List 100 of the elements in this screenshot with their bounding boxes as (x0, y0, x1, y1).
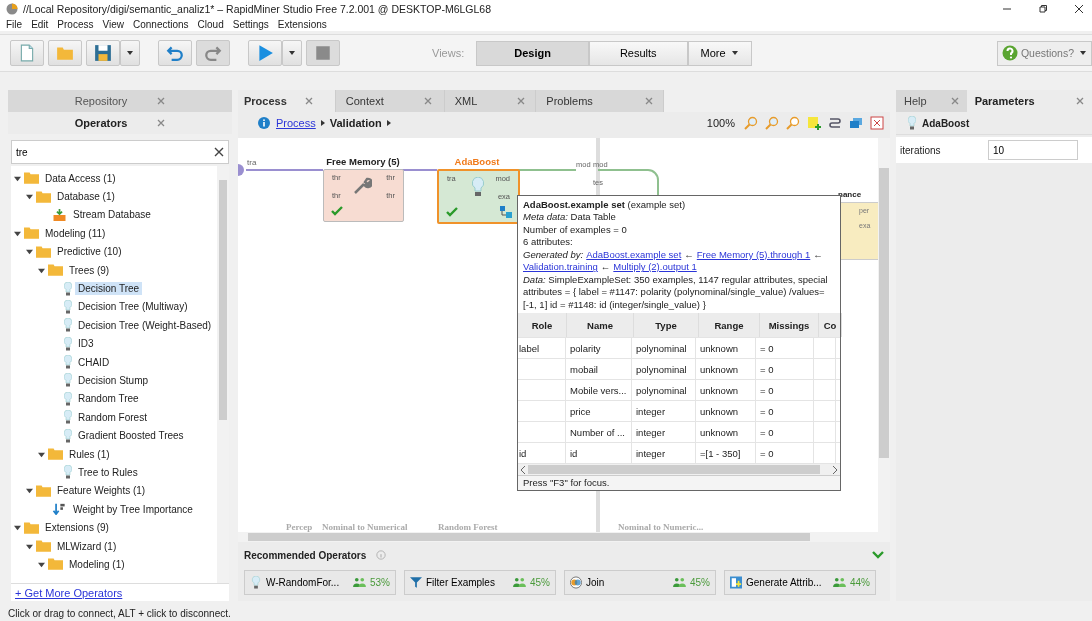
tooltip-text: Number of examples = 0 (522, 223, 628, 237)
input-port-icon[interactable] (238, 163, 246, 176)
recommended-operator-button[interactable]: Join 45% (564, 570, 716, 595)
port-link[interactable]: Free Memory (5).through 1 (696, 248, 811, 262)
more-menu-button[interactable]: More (687, 40, 752, 66)
editor-tab[interactable]: Process (238, 90, 336, 112)
layers-icon[interactable] (849, 115, 863, 130)
tree-item[interactable]: Decision Tree (Multiway) (75, 300, 191, 314)
tree-item[interactable]: Stream Database (70, 208, 154, 222)
expand-arrow-icon[interactable] (26, 487, 33, 495)
column-header[interactable]: Role (518, 313, 567, 338)
tree-item[interactable]: CHAID (75, 355, 113, 369)
tree-item[interactable]: Decision Tree (Weight-Based) (75, 318, 215, 332)
port-link[interactable]: Validation.training (523, 261, 598, 274)
run-button[interactable] (248, 40, 282, 66)
tree-item[interactable]: Decision Stump (75, 374, 152, 387)
menu-item[interactable]: Cloud (197, 19, 224, 30)
tree-item[interactable]: Extensions (9) (42, 521, 112, 535)
panel-tab[interactable]: Operators (8, 112, 232, 134)
tree-item[interactable]: Rules (1) (66, 447, 113, 461)
tree-item[interactable]: Decision Tree (75, 282, 143, 296)
port-link[interactable]: Multiply (2).output 1 (613, 261, 697, 274)
questions-button[interactable]: Questions? (996, 40, 1092, 66)
vertical-scrollbar[interactable] (878, 137, 890, 533)
menu-item[interactable]: Settings (232, 19, 269, 30)
zoom-fit-icon[interactable] (786, 115, 800, 130)
editor-tab[interactable]: Context (335, 90, 445, 112)
tree-item[interactable]: Weight by Tree Importance (70, 502, 196, 516)
column-header[interactable]: Missings (760, 313, 819, 338)
zoom-in-icon[interactable] (744, 115, 758, 130)
menu-item[interactable]: View (102, 19, 124, 30)
horizontal-scrollbar[interactable] (518, 464, 840, 476)
parameter-field[interactable]: 10 (988, 140, 1078, 160)
dropdown-button[interactable] (120, 40, 140, 66)
column-header[interactable]: Name (567, 313, 634, 338)
grid-icon[interactable] (870, 115, 884, 130)
arrow-text: ← (813, 248, 823, 262)
auto-wire-icon[interactable] (828, 115, 842, 130)
tree-item[interactable]: Gradient Boosted Trees (75, 429, 187, 443)
tree-item[interactable]: Modeling (1) (66, 557, 128, 571)
recommended-operator-button[interactable]: Filter Examples 45% (404, 570, 556, 595)
menu-item[interactable]: File (6, 19, 23, 30)
panel-tab[interactable]: Parameters (966, 90, 1092, 112)
save-button[interactable] (86, 40, 120, 66)
expand-arrow-icon[interactable] (38, 266, 45, 274)
folder-icon (24, 521, 39, 534)
editor-tab[interactable]: XML (444, 90, 537, 112)
scroll-left-icon[interactable] (520, 465, 526, 474)
breadcrumb-item[interactable]: Validation (329, 116, 382, 129)
tree-item[interactable]: Feature Weights (1) (54, 484, 149, 498)
new-button[interactable] (10, 40, 44, 66)
expand-arrow-icon[interactable] (26, 193, 33, 201)
expand-arrow-icon[interactable] (14, 524, 21, 532)
tree-item[interactable]: Modeling (11) (42, 226, 109, 240)
collapse-chevron-icon[interactable] (872, 551, 884, 559)
tree-item[interactable]: Trees (9) (66, 263, 113, 277)
caret-icon (730, 49, 739, 57)
panel-tab[interactable]: Help (896, 90, 967, 112)
column-header[interactable]: Type (634, 313, 699, 338)
expand-arrow-icon[interactable] (26, 542, 33, 550)
vertical-scrollbar[interactable] (217, 166, 229, 583)
breadcrumb-link[interactable]: Process (276, 116, 316, 129)
tree-item[interactable]: Random Forest (75, 410, 150, 424)
expand-arrow-icon[interactable] (14, 174, 21, 182)
menu-item[interactable]: Process (57, 19, 94, 30)
tree-item[interactable]: Tree to Rules (75, 465, 141, 479)
editor-tab[interactable]: Problems (536, 90, 664, 112)
tree-item[interactable]: Data Access (1) (42, 171, 119, 185)
recommended-operator-button[interactable]: W-RandomFor... 53% (244, 570, 396, 595)
scroll-right-icon[interactable] (832, 465, 838, 474)
recommended-operator-button[interactable]: Generate Attrib... 44% (724, 570, 876, 595)
expand-arrow-icon[interactable] (38, 560, 45, 568)
column-header[interactable]: Co (819, 313, 842, 338)
lightbulb-icon (250, 576, 262, 589)
tree-item[interactable]: Predictive (10) (54, 245, 125, 259)
port-link[interactable]: AdaBoost.example set (586, 248, 682, 262)
tree-item[interactable]: Random Tree (75, 392, 142, 406)
search-field[interactable]: tre (11, 140, 229, 164)
menu-item[interactable]: Extensions (277, 19, 327, 30)
clear-icon[interactable] (214, 147, 224, 157)
menu-item[interactable]: Connections (133, 19, 189, 30)
expand-arrow-icon[interactable] (38, 450, 45, 458)
add-note-icon[interactable] (807, 115, 821, 130)
dropdown-button[interactable] (282, 40, 302, 66)
tree-item[interactable]: MLWizard (1) (54, 539, 120, 553)
process-canvas[interactable] (238, 137, 878, 533)
close-icon[interactable] (1074, 4, 1084, 14)
undo-button[interactable] (158, 40, 192, 66)
expand-arrow-icon[interactable] (26, 248, 33, 256)
column-header[interactable]: Range (699, 313, 760, 338)
expand-arrow-icon[interactable] (14, 229, 21, 237)
tree-item[interactable]: ID3 (75, 337, 97, 351)
restore-icon[interactable] (1038, 4, 1048, 14)
panel-tab[interactable]: Repository (8, 90, 232, 112)
lightbulb-icon (64, 373, 72, 388)
view-tab[interactable]: Results (588, 40, 688, 66)
view-tab[interactable]: Design (476, 40, 589, 66)
tree-item[interactable]: Database (1) (54, 190, 118, 204)
zoom-out-icon[interactable] (765, 115, 779, 130)
menu-item[interactable]: Edit (31, 19, 49, 30)
